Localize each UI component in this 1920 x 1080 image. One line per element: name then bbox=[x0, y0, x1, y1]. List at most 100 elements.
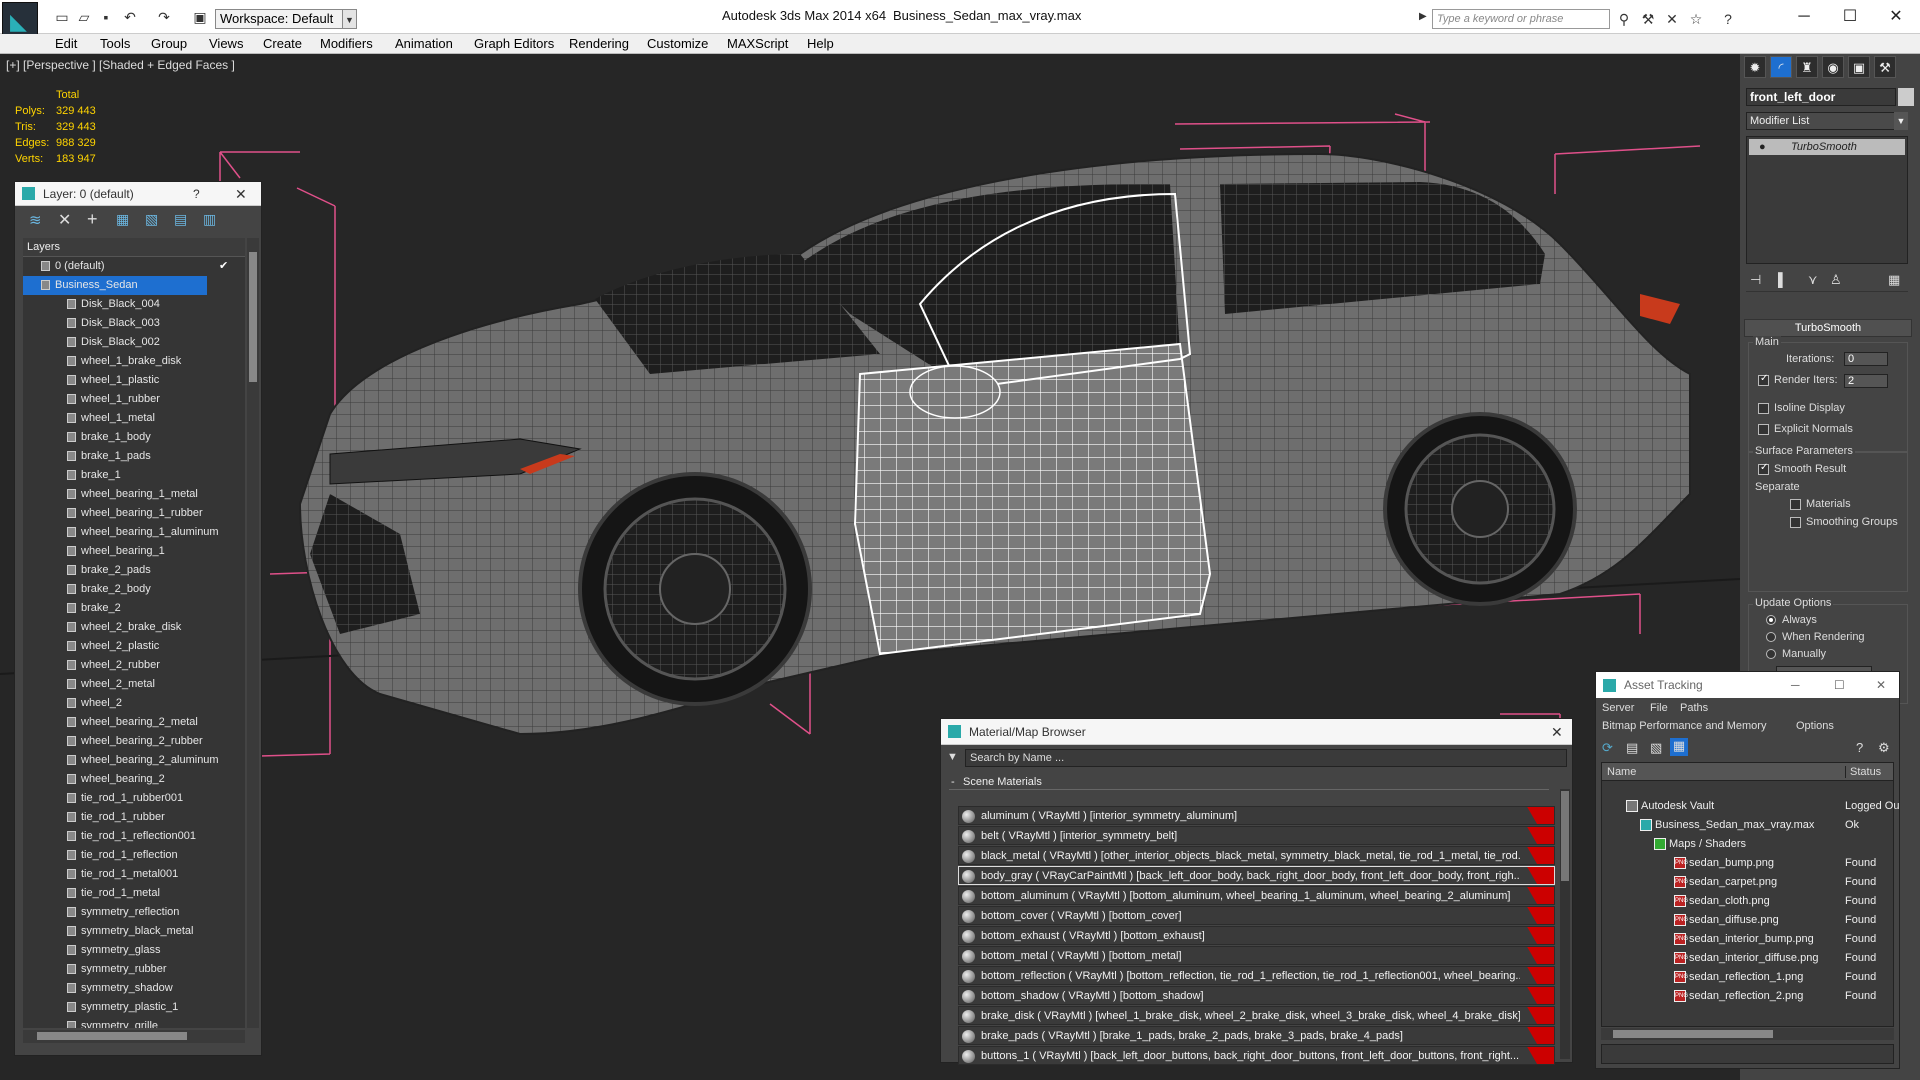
asset-tracking-titlebar[interactable]: Asset Tracking ─ ☐ ✕ bbox=[1596, 672, 1899, 698]
menu-maxscript[interactable]: MAXScript bbox=[727, 34, 788, 54]
material-browser-titlebar[interactable]: Material/Map Browser ✕ bbox=[941, 719, 1572, 745]
favorites-star-icon[interactable]: ☆ bbox=[1686, 9, 1706, 29]
menu-modifiers[interactable]: Modifiers bbox=[320, 34, 373, 54]
table-view-icon[interactable]: ▦ bbox=[1670, 738, 1688, 756]
turbosmooth-rollout-header[interactable]: TurboSmooth bbox=[1744, 319, 1912, 337]
object-name-field[interactable]: front_left_door bbox=[1746, 88, 1896, 106]
layer-object-row[interactable]: symmetry_rubber bbox=[23, 960, 245, 979]
menu-views[interactable]: Views bbox=[209, 34, 243, 54]
configure-sets-icon[interactable]: ▦ bbox=[1888, 272, 1900, 288]
layer-object-row[interactable]: symmetry_reflection bbox=[23, 903, 245, 922]
add-to-layer-icon[interactable]: + bbox=[87, 209, 98, 230]
menu-animation[interactable]: Animation bbox=[395, 34, 453, 54]
layer-object-row[interactable]: wheel_2_brake_disk bbox=[23, 618, 245, 637]
asset-row[interactable]: PNG sedan_interior_diffuse.png Found bbox=[1601, 949, 1895, 968]
layers-column-header[interactable]: Layers bbox=[23, 238, 245, 257]
expand-arrow-icon[interactable]: ▶ bbox=[1419, 11, 1427, 22]
scene-materials-group[interactable]: - Scene Materials bbox=[949, 774, 1549, 790]
viewport-label[interactable]: [+] [Perspective ] [Shaded + Edged Faces… bbox=[6, 58, 235, 72]
layer-object-row[interactable]: Disk_Black_004 bbox=[23, 295, 245, 314]
create-tab-icon[interactable]: ✹ bbox=[1744, 56, 1766, 78]
layer-object-row[interactable]: tie_rod_1_metal bbox=[23, 884, 245, 903]
layer-object-row[interactable]: wheel_2_metal bbox=[23, 675, 245, 694]
menu-graph-editors[interactable]: Graph Editors bbox=[474, 34, 554, 54]
layer-vertical-scrollbar[interactable] bbox=[247, 238, 259, 1028]
redo-icon[interactable]: ↷ bbox=[154, 8, 174, 26]
material-row[interactable]: buttons_1 ( VRayMtl ) [back_left_door_bu… bbox=[958, 1046, 1555, 1065]
settings-icon[interactable]: ⚙ bbox=[1878, 740, 1890, 756]
menu-tools[interactable]: Tools bbox=[100, 34, 130, 54]
menu-rendering[interactable]: Rendering bbox=[569, 34, 629, 54]
project-folder-icon[interactable]: ▣ bbox=[190, 8, 210, 26]
select-objects-icon[interactable]: ▦ bbox=[116, 211, 129, 228]
keyword-search-input[interactable]: Type a keyword or phrase bbox=[1432, 9, 1610, 29]
column-status[interactable]: Status bbox=[1845, 766, 1881, 778]
minimize-icon[interactable]: ─ bbox=[1786, 4, 1822, 30]
modify-tab-icon[interactable]: ◜ bbox=[1770, 56, 1792, 78]
layer-object-row[interactable]: wheel_bearing_2_rubber bbox=[23, 732, 245, 751]
minimize-icon[interactable]: ─ bbox=[1791, 672, 1800, 698]
layer-object-row[interactable]: symmetry_shadow bbox=[23, 979, 245, 998]
menu-help[interactable]: Help bbox=[807, 34, 834, 54]
layer-tree[interactable]: Layers 0 (default) ✔ Business_Sedan Disk_… bbox=[23, 238, 245, 1028]
layer-row-default[interactable]: 0 (default) ✔ bbox=[23, 257, 245, 276]
help-icon[interactable]: ? bbox=[1856, 740, 1863, 755]
material-row[interactable]: aluminum ( VRayMtl ) [interior_symmetry_… bbox=[958, 806, 1555, 825]
material-row[interactable]: bottom_cover ( VRayMtl ) [bottom_cover] bbox=[958, 906, 1555, 925]
undo-icon[interactable]: ↶ bbox=[120, 8, 140, 26]
asset-row[interactable]: PNG sedan_interior_bump.png Found bbox=[1601, 930, 1895, 949]
modifier-stack-item[interactable]: ● TurboSmooth bbox=[1749, 139, 1905, 155]
menu-edit[interactable]: Edit bbox=[55, 34, 77, 54]
layer-row-selected[interactable]: Business_Sedan bbox=[23, 276, 207, 295]
hierarchy-tab-icon[interactable]: ♜ bbox=[1796, 56, 1818, 78]
layer-object-row[interactable]: tie_rod_1_rubber001 bbox=[23, 789, 245, 808]
material-row[interactable]: belt ( VRayMtl ) [interior_symmetry_belt… bbox=[958, 826, 1555, 845]
layer-object-row[interactable]: symmetry_glass bbox=[23, 941, 245, 960]
material-row[interactable]: bottom_metal ( VRayMtl ) [bottom_metal] bbox=[958, 946, 1555, 965]
list-view-icon[interactable]: ▤ bbox=[1626, 740, 1638, 756]
layer-object-row[interactable]: tie_rod_1_metal001 bbox=[23, 865, 245, 884]
close-icon[interactable]: ✕ bbox=[1876, 672, 1886, 698]
asset-row[interactable]: Business_Sedan_max_vray.max Ok bbox=[1601, 816, 1895, 835]
asset-menu-paths[interactable]: Paths bbox=[1680, 702, 1708, 714]
utilities-tab-icon[interactable]: ⚒ bbox=[1874, 56, 1896, 78]
smooth-result-checkbox[interactable] bbox=[1758, 462, 1769, 475]
layer-object-row[interactable]: Disk_Black_002 bbox=[23, 333, 245, 352]
save-file-icon[interactable]: ▪ bbox=[96, 8, 116, 26]
open-file-icon[interactable]: ▱ bbox=[74, 8, 94, 26]
pin-stack-icon[interactable]: ⊣ bbox=[1750, 272, 1761, 288]
asset-row[interactable]: Maps / Shaders bbox=[1601, 835, 1895, 854]
separate-smoothing-checkbox[interactable] bbox=[1790, 517, 1801, 528]
menu-group[interactable]: Group bbox=[151, 34, 187, 54]
material-row[interactable]: bottom_aluminum ( VRayMtl ) [bottom_alum… bbox=[958, 886, 1555, 905]
asset-row[interactable]: PNG sedan_cloth.png Found bbox=[1601, 892, 1895, 911]
asset-row[interactable]: PNG sedan_reflection_2.png Found bbox=[1601, 987, 1895, 1006]
layer-object-row[interactable]: brake_1_pads bbox=[23, 447, 245, 466]
new-file-icon[interactable]: ▭ bbox=[52, 8, 72, 26]
asset-row[interactable]: PNG sedan_carpet.png Found bbox=[1601, 873, 1895, 892]
refresh-icon[interactable]: ⟳ bbox=[1602, 740, 1613, 756]
communication-icon[interactable]: ✕ bbox=[1662, 9, 1682, 29]
close-icon[interactable]: ✕ bbox=[235, 182, 247, 206]
chevron-down-icon[interactable]: ▼ bbox=[342, 9, 357, 29]
layer-horizontal-scrollbar[interactable] bbox=[23, 1030, 245, 1043]
layer-object-row[interactable]: Disk_Black_003 bbox=[23, 314, 245, 333]
layer-object-row[interactable]: tie_rod_1_reflection001 bbox=[23, 827, 245, 846]
update-always-radio[interactable] bbox=[1766, 615, 1776, 625]
material-row[interactable]: brake_pads ( VRayMtl ) [brake_1_pads, br… bbox=[958, 1026, 1555, 1045]
layer-object-row[interactable]: wheel_2 bbox=[23, 694, 245, 713]
object-color-swatch[interactable] bbox=[1898, 88, 1914, 106]
separate-materials-checkbox[interactable] bbox=[1790, 499, 1801, 510]
highlight-selected-icon[interactable]: ▧ bbox=[145, 211, 158, 228]
layer-object-row[interactable]: wheel_1_plastic bbox=[23, 371, 245, 390]
material-row[interactable]: black_metal ( VRayMtl ) [other_interior_… bbox=[958, 846, 1555, 865]
menu-create[interactable]: Create bbox=[263, 34, 302, 54]
new-layer-icon[interactable]: ≋ bbox=[29, 211, 42, 229]
update-manually-radio[interactable] bbox=[1766, 649, 1776, 659]
asset-menu-server[interactable]: Server bbox=[1602, 702, 1634, 714]
maximize-icon[interactable]: ☐ bbox=[1834, 672, 1845, 698]
modifier-stack[interactable]: ● TurboSmooth bbox=[1746, 136, 1908, 264]
render-iters-spinner[interactable]: 2 bbox=[1844, 374, 1888, 388]
isoline-display-checkbox[interactable] bbox=[1758, 403, 1769, 414]
subscription-icon[interactable]: ⚒ bbox=[1638, 9, 1658, 29]
